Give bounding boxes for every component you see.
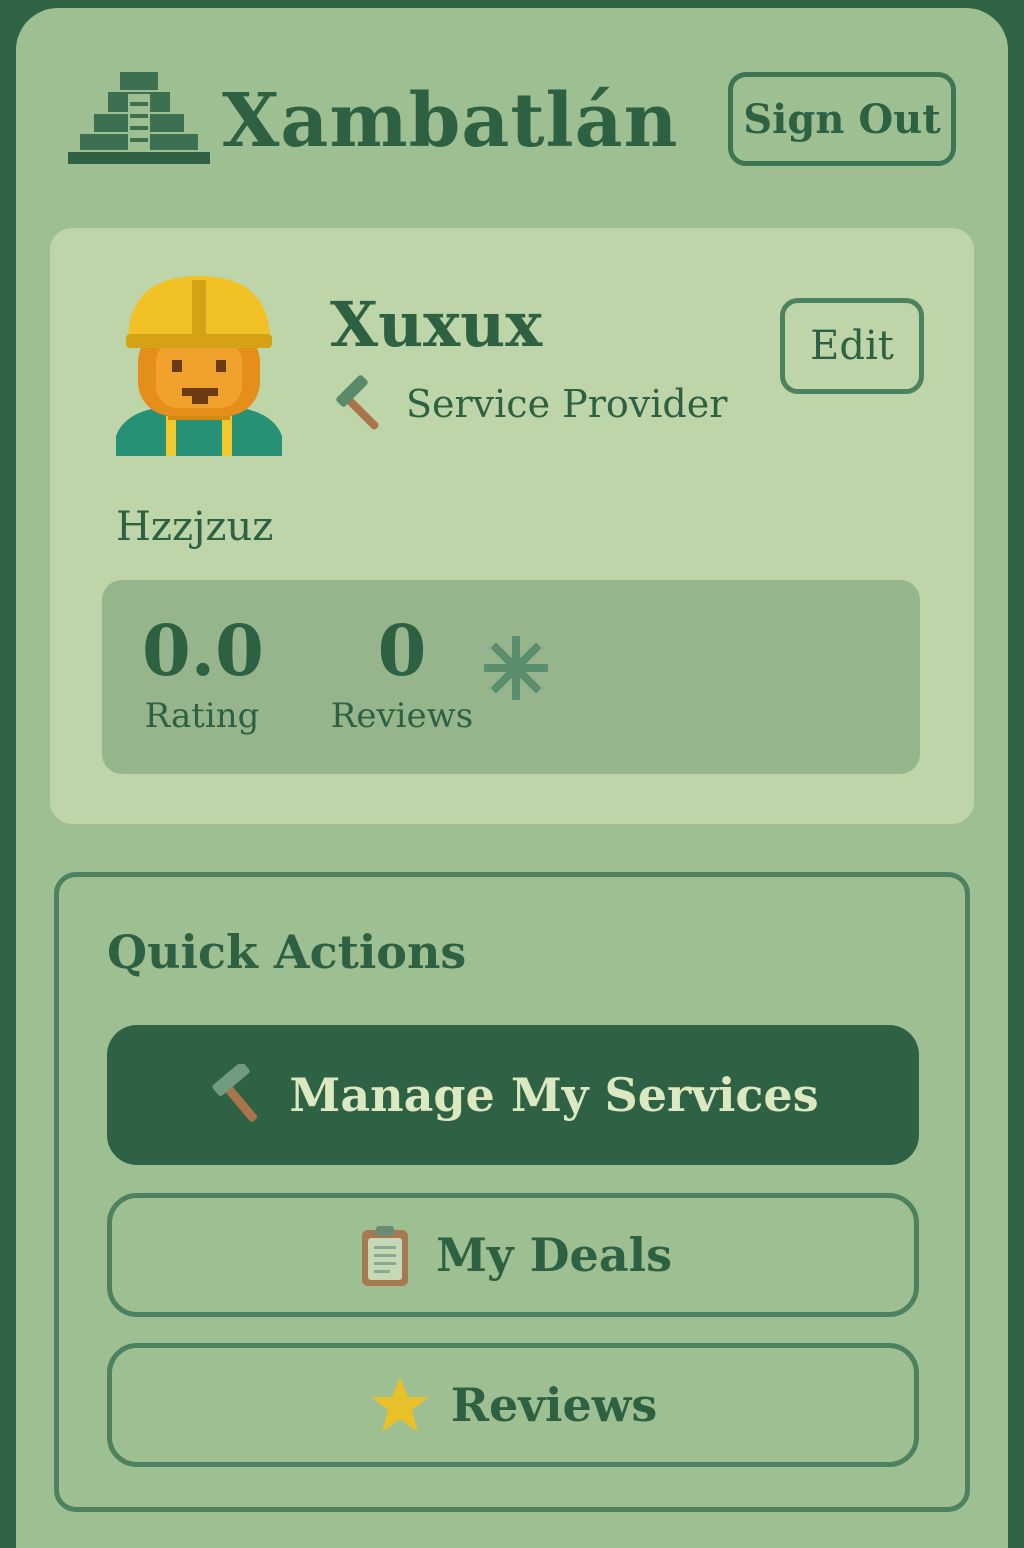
manage-services-button[interactable]: Manage My Services xyxy=(107,1025,919,1165)
my-deals-label: My Deals xyxy=(436,1228,672,1282)
clipboard-icon xyxy=(362,1226,408,1286)
reviews-value: 0 xyxy=(377,609,427,692)
profile-card: Xuxux Service Provider Edit Hzzjzuz 0.0 … xyxy=(50,228,974,824)
rating-value: 0.0 xyxy=(142,609,264,692)
hammer-icon xyxy=(212,1064,258,1122)
header: Xambatlán Sign Out xyxy=(16,8,1008,218)
app-title: Xambatlán xyxy=(222,78,679,164)
my-deals-button[interactable]: My Deals xyxy=(107,1193,919,1317)
star-icon xyxy=(370,1377,429,1432)
rating-label: Rating xyxy=(144,696,260,736)
reviews-button[interactable]: Reviews xyxy=(107,1343,919,1467)
quick-actions-title: Quick Actions xyxy=(107,925,467,979)
rating-stat: 0.0 Rating xyxy=(142,609,264,737)
construction-worker-avatar xyxy=(116,276,282,456)
reviews-label: Reviews xyxy=(450,1378,658,1432)
profile-name: Xuxux xyxy=(330,288,543,361)
sign-out-button[interactable]: Sign Out xyxy=(728,72,956,166)
profile-bio: Hzzjzuz xyxy=(116,504,274,550)
edit-profile-button[interactable]: Edit xyxy=(780,298,924,394)
sparkle-icon xyxy=(484,636,548,700)
role-label: Service Provider xyxy=(406,382,728,426)
reviews-stat: 0 Reviews xyxy=(330,609,474,737)
app-screen: Xambatlán Sign Out Xuxux Service Provide… xyxy=(16,8,1008,1548)
reviews-label: Reviews xyxy=(330,696,474,736)
stats-panel: 0.0 Rating 0 Reviews xyxy=(102,580,920,774)
hammer-icon xyxy=(336,375,379,430)
pyramid-logo-icon xyxy=(68,72,210,164)
quick-actions-panel: Quick Actions Manage My Services My Deal… xyxy=(54,872,970,1512)
profile-role: Service Provider xyxy=(330,375,728,432)
manage-services-label: Manage My Services xyxy=(289,1068,819,1122)
